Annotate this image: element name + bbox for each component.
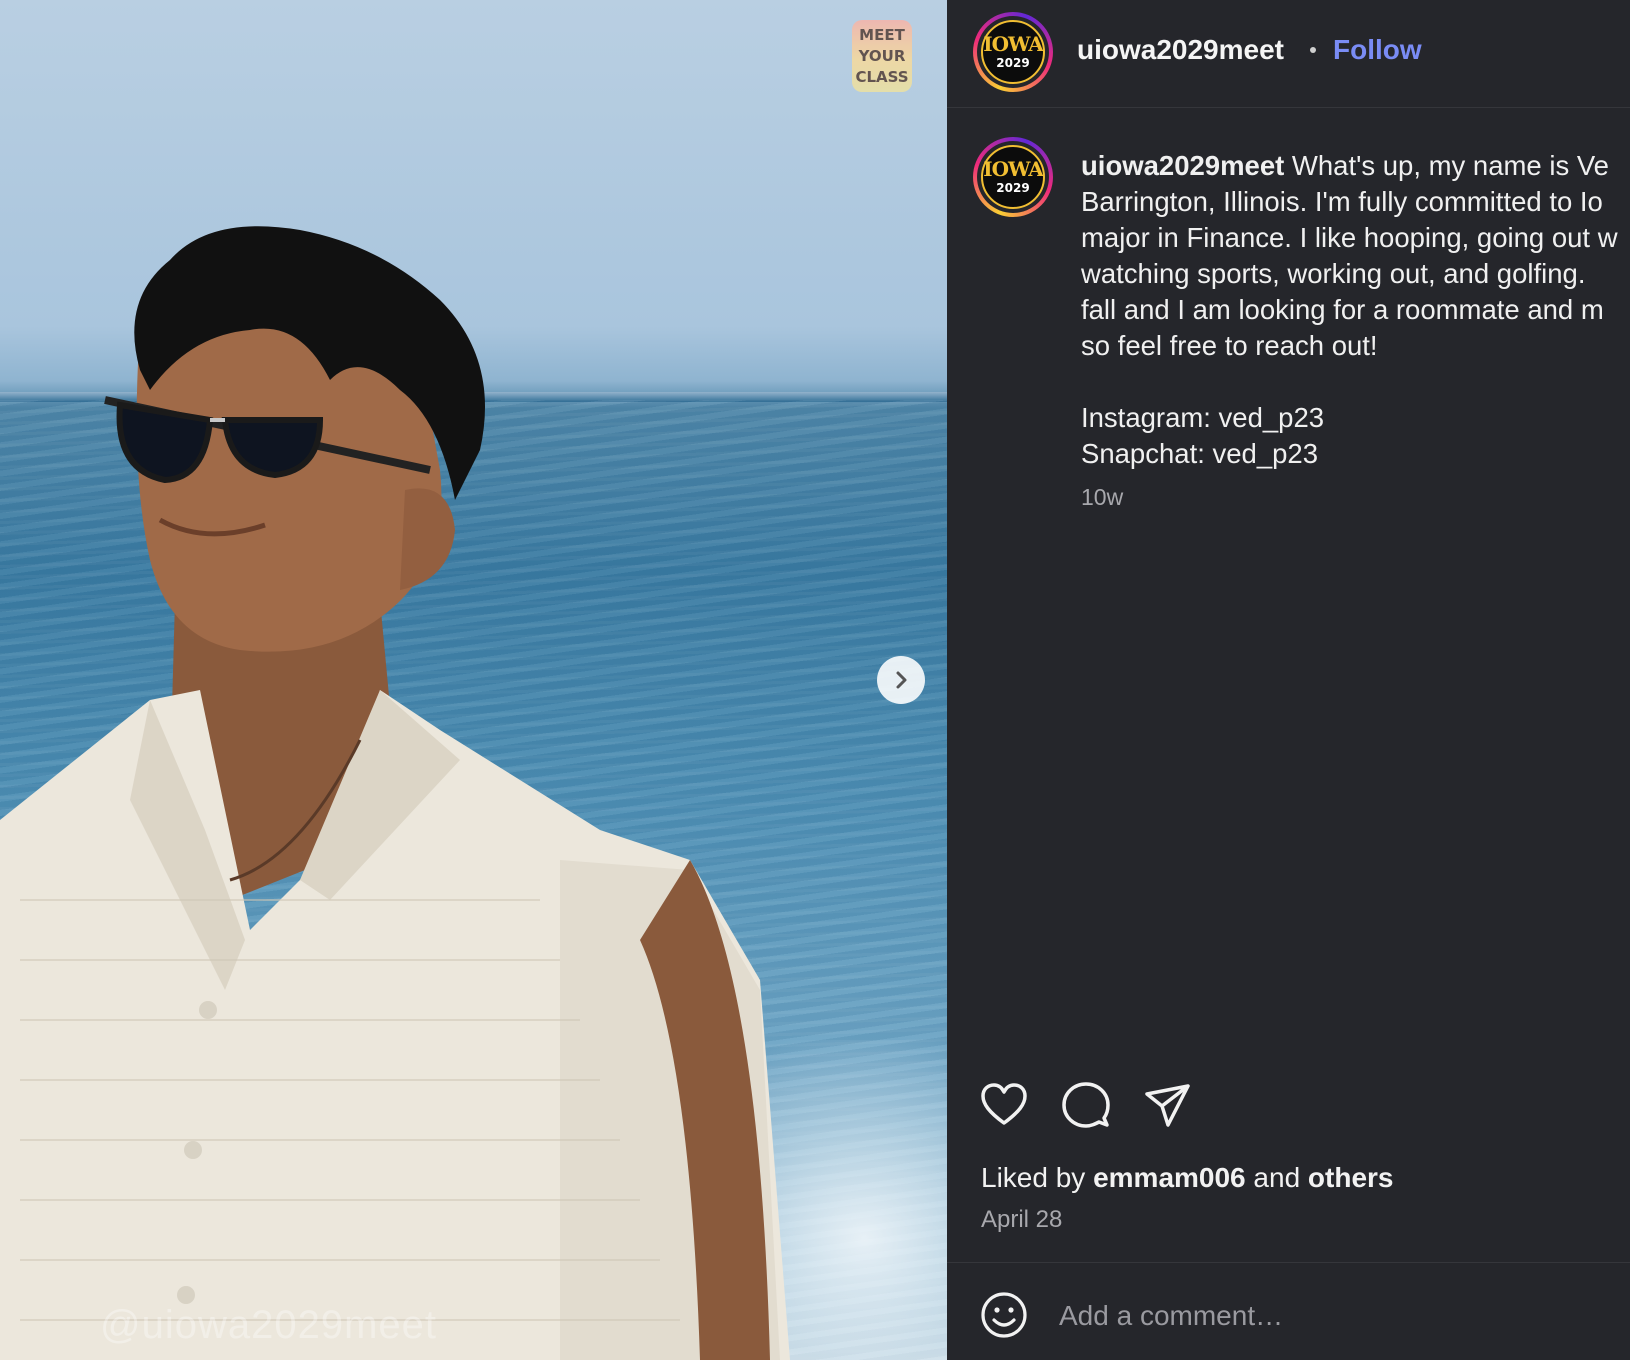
badge-line-3: CLASS bbox=[855, 67, 909, 86]
person-photo bbox=[0, 226, 790, 1360]
post-caption: uiowa2029meet What's up, my name is Ve B… bbox=[1081, 148, 1630, 472]
post-header: IOWA 2029 uiowa2029meet Follow bbox=[947, 0, 1630, 108]
post-side-panel: IOWA 2029 uiowa2029meet Follow IOWA 2029… bbox=[947, 0, 1630, 1360]
caption-username[interactable]: uiowa2029meet bbox=[1081, 150, 1284, 181]
badge-line-1: MEET bbox=[859, 25, 905, 44]
meet-your-class-badge: MEET YOUR CLASS bbox=[852, 20, 912, 92]
liked-prefix: Liked by bbox=[981, 1162, 1086, 1193]
avatar-logo-year: 2029 bbox=[996, 56, 1030, 70]
liked-others-link[interactable]: others bbox=[1308, 1162, 1394, 1193]
badge-line-2: YOUR bbox=[858, 46, 906, 65]
chevron-right-icon bbox=[896, 671, 907, 689]
avatar-logo-text: IOWA bbox=[983, 157, 1043, 181]
liked-user-link[interactable]: emmam006 bbox=[1093, 1162, 1246, 1193]
action-bar bbox=[979, 1080, 1193, 1130]
liked-and: and bbox=[1253, 1162, 1301, 1193]
avatar-logo-text: IOWA bbox=[983, 32, 1043, 56]
emoji-icon[interactable] bbox=[979, 1290, 1029, 1340]
separator-dot bbox=[1310, 47, 1316, 53]
caption-time-ago: 10w bbox=[1081, 484, 1124, 510]
caption-text: What's up, my name is Ve Barrington, Ill… bbox=[1081, 150, 1618, 469]
media-watermark: @uiowa2029meet bbox=[100, 1303, 438, 1347]
comment-input[interactable] bbox=[1059, 1292, 1599, 1340]
post-media[interactable]: @uiowa2029meet MEET YOUR CLASS bbox=[0, 0, 947, 1360]
likes-summary: Liked by emmam006 and others bbox=[981, 1162, 1394, 1194]
caption-avatar[interactable]: IOWA 2029 bbox=[973, 137, 1053, 217]
heart-icon[interactable] bbox=[979, 1080, 1029, 1130]
share-icon[interactable] bbox=[1143, 1080, 1193, 1130]
header-username[interactable]: uiowa2029meet bbox=[1077, 34, 1284, 66]
comment-icon[interactable] bbox=[1061, 1080, 1111, 1130]
account-avatar[interactable]: IOWA 2029 bbox=[973, 12, 1053, 92]
post-viewer: @uiowa2029meet MEET YOUR CLASS IOWA 2029 bbox=[0, 0, 1630, 1360]
avatar-logo-year: 2029 bbox=[996, 181, 1030, 195]
next-media-button[interactable] bbox=[877, 656, 925, 704]
follow-button[interactable]: Follow bbox=[1333, 34, 1422, 66]
divider bbox=[947, 1262, 1630, 1263]
post-date[interactable]: April 28 bbox=[981, 1206, 1062, 1234]
